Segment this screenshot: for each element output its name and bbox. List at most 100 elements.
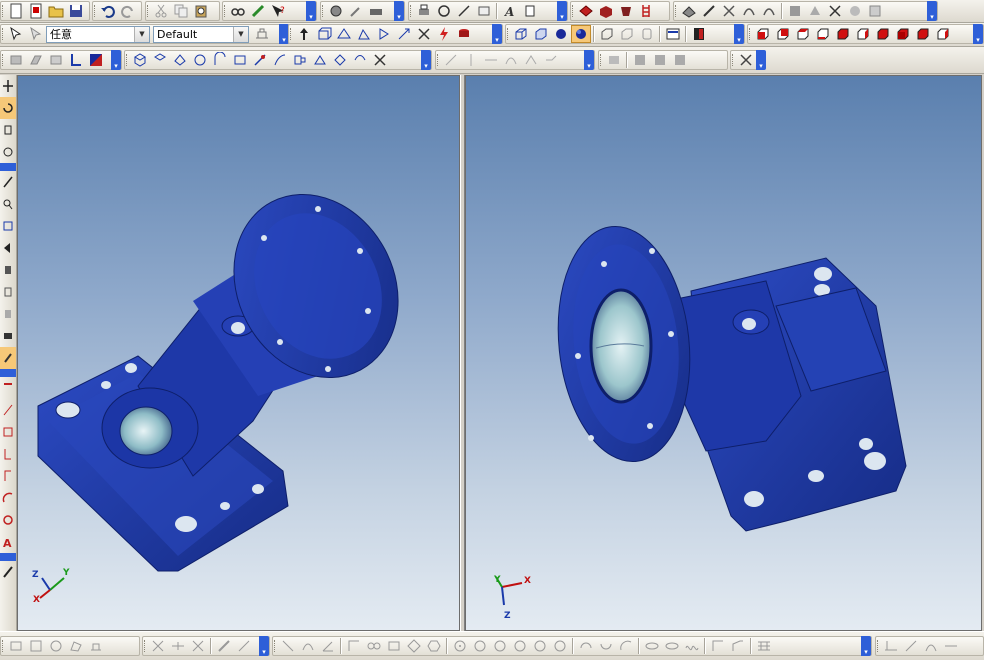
toolbar-options-chevron[interactable]: ▾ [111, 50, 121, 70]
sweep-icon[interactable] [759, 2, 779, 20]
solid3-icon[interactable] [650, 51, 670, 69]
knife-icon[interactable] [234, 637, 254, 655]
analysis-icon[interactable] [326, 2, 346, 20]
insert-icon[interactable] [248, 2, 268, 20]
trim-icon[interactable] [825, 2, 845, 20]
angle-icon[interactable] [318, 637, 338, 655]
rect-tool-icon[interactable] [0, 421, 16, 443]
poly-icon[interactable] [66, 637, 86, 655]
note-icon[interactable] [520, 2, 540, 20]
open-icon[interactable] [46, 2, 66, 20]
cross2-icon[interactable] [736, 51, 756, 69]
hline-icon[interactable] [481, 51, 501, 69]
cut-sel-icon[interactable] [188, 637, 208, 655]
cube-edge-icon[interactable] [531, 25, 551, 43]
toolbar-options-chevron[interactable]: ▾ [394, 1, 404, 21]
new-doc-icon[interactable] [26, 2, 46, 20]
corner2-icon[interactable] [708, 637, 728, 655]
view-iso-icon[interactable] [873, 25, 893, 43]
arc-icon[interactable] [0, 487, 16, 509]
solid-alt-icon[interactable] [616, 2, 636, 20]
surface12-icon[interactable] [350, 51, 370, 69]
bracket-icon[interactable] [0, 443, 16, 465]
measure-icon[interactable] [0, 325, 16, 347]
surface-icon[interactable] [130, 51, 150, 69]
circle5-icon[interactable] [530, 637, 550, 655]
surface7-icon[interactable] [250, 51, 270, 69]
pick-icon[interactable] [0, 377, 16, 399]
circle6-icon[interactable] [550, 637, 570, 655]
ellipse-icon[interactable] [642, 637, 662, 655]
chevron-down-icon[interactable]: ▼ [134, 26, 149, 42]
dim-icon[interactable] [454, 2, 474, 20]
rect2-icon[interactable] [384, 637, 404, 655]
cut-icon[interactable] [151, 2, 171, 20]
view-iso3-icon[interactable] [913, 25, 933, 43]
surface11-icon[interactable] [330, 51, 350, 69]
solid2-icon[interactable] [630, 51, 650, 69]
solid-red-icon[interactable] [576, 2, 596, 20]
line-icon[interactable] [441, 51, 461, 69]
diamond-icon[interactable] [404, 637, 424, 655]
style-combo[interactable]: Default ▼ [153, 25, 249, 43]
toolbar-options-chevron[interactable]: ▾ [861, 636, 871, 656]
text-icon[interactable]: A [500, 2, 520, 20]
dim-a-icon[interactable] [901, 637, 921, 655]
solid-box-icon[interactable] [596, 2, 616, 20]
window-icon[interactable] [26, 637, 46, 655]
panel-icon[interactable] [663, 25, 683, 43]
delete-icon[interactable] [414, 25, 434, 43]
snap3-icon[interactable] [0, 303, 16, 325]
surface5-icon[interactable] [210, 51, 230, 69]
view-left-icon[interactable] [833, 25, 853, 43]
text-tool-icon[interactable]: A [0, 531, 16, 553]
print-icon[interactable] [414, 2, 434, 20]
bend-icon[interactable] [541, 51, 561, 69]
bevel-icon[interactable] [699, 2, 719, 20]
view-bottom-icon[interactable] [813, 25, 833, 43]
undo-icon[interactable] [98, 2, 118, 20]
circle4-icon[interactable] [510, 637, 530, 655]
chain-icon[interactable] [434, 2, 454, 20]
circle2-icon[interactable] [470, 637, 490, 655]
toolbar-options-chevron[interactable]: ▾ [973, 24, 983, 44]
line2-icon[interactable] [278, 637, 298, 655]
view-right-icon[interactable] [853, 25, 873, 43]
ladder-icon[interactable] [636, 2, 656, 20]
snap2-icon[interactable] [0, 281, 16, 303]
toolbar-options-chevron[interactable]: ▾ [927, 1, 937, 21]
prev-view-icon[interactable] [0, 237, 16, 259]
toolbar-options-chevron[interactable]: ▾ [557, 1, 567, 21]
rect-sel-icon[interactable] [6, 637, 26, 655]
zoom-icon[interactable] [0, 171, 16, 193]
corner-icon[interactable] [66, 51, 86, 69]
dim2-icon[interactable] [344, 637, 364, 655]
table-icon[interactable] [754, 637, 774, 655]
cross-sel-icon[interactable] [148, 637, 168, 655]
cube-alt-icon[interactable] [617, 25, 637, 43]
surface2-icon[interactable] [150, 51, 170, 69]
copy-icon[interactable] [171, 2, 191, 20]
surface9-icon[interactable] [290, 51, 310, 69]
toolbar-options-chevron[interactable]: ▾ [734, 24, 744, 44]
line-tool-icon[interactable] [0, 399, 16, 421]
arc-ccw-icon[interactable] [596, 637, 616, 655]
new-icon[interactable] [6, 2, 26, 20]
toolbar-options-chevron[interactable]: ▾ [756, 50, 766, 70]
toolbar-options-chevron[interactable] [0, 553, 16, 561]
circle-ring-icon[interactable] [450, 637, 470, 655]
gear-icon[interactable] [785, 2, 805, 20]
part-model-right[interactable] [466, 76, 982, 631]
measure2-icon[interactable] [0, 347, 16, 369]
rotate-view-icon[interactable] [0, 97, 16, 119]
sphere-shaded-icon[interactable] [571, 25, 591, 43]
fit-icon[interactable] [0, 215, 16, 237]
lasso-icon[interactable] [46, 637, 66, 655]
surface3-icon[interactable] [170, 51, 190, 69]
move2-icon[interactable] [604, 51, 624, 69]
circle-tool-icon[interactable] [0, 509, 16, 531]
arrow-up-icon[interactable] [294, 25, 314, 43]
chain2-icon[interactable] [364, 637, 384, 655]
scale-icon[interactable] [394, 25, 414, 43]
pen2-icon[interactable] [214, 637, 234, 655]
